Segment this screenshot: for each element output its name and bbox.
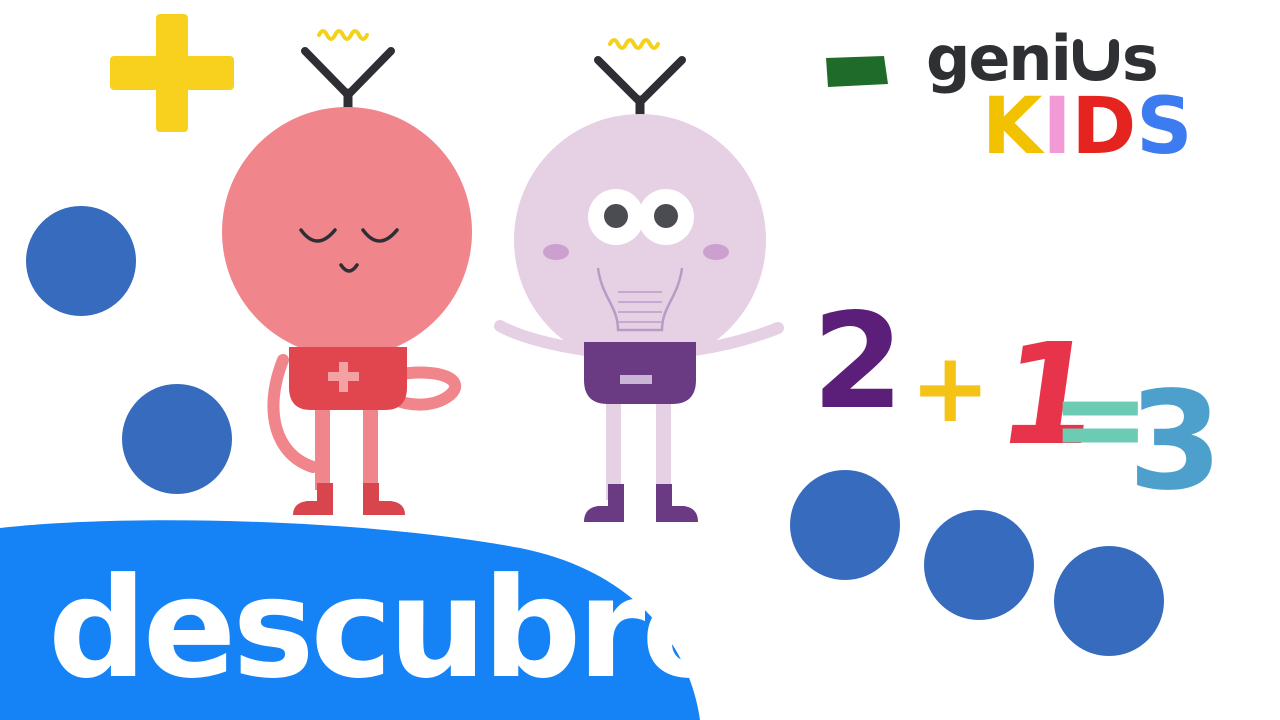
counting-dot bbox=[1054, 546, 1164, 656]
counting-dot bbox=[924, 510, 1034, 620]
logo-brand-wordmark: geni s bbox=[926, 28, 1159, 90]
minus-symbol-icon bbox=[826, 56, 888, 87]
genius-kids-logo: geni s KIDS bbox=[926, 28, 1206, 188]
logo-smile-u-icon bbox=[1072, 39, 1119, 82]
counting-dot bbox=[790, 470, 900, 580]
equation-digit-two: 2 bbox=[812, 285, 904, 439]
counting-dot bbox=[26, 206, 136, 316]
logo-letter-i: I bbox=[1042, 82, 1072, 172]
equation-digit-three: 3 bbox=[1128, 363, 1223, 521]
logo-letter-d: D bbox=[1071, 82, 1137, 172]
banner-title: descubre bbox=[48, 548, 735, 709]
logo-kids-wordmark: KIDS bbox=[982, 88, 1192, 166]
equation-plus-sign: + bbox=[910, 332, 991, 444]
logo-letter-k: K bbox=[982, 82, 1043, 172]
plus-character bbox=[222, 29, 472, 515]
logo-letter-s: S bbox=[1136, 82, 1193, 172]
thumbnail-canvas: 2 + 1 = 3 geni s KIDS descubre bbox=[0, 0, 1280, 720]
minus-character bbox=[494, 38, 784, 522]
